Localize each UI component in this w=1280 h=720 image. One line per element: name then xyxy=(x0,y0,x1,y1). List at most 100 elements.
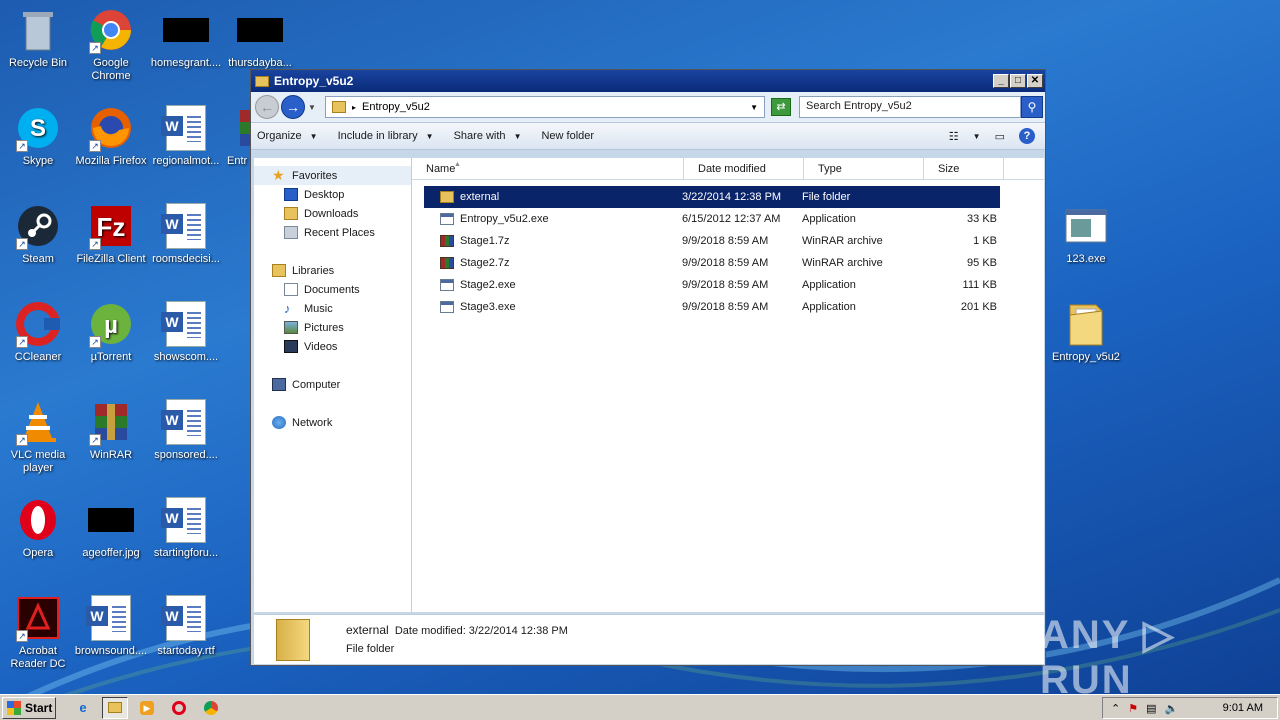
winrar-archive-icon xyxy=(440,257,454,269)
file-list: Name ▲ Date modified Type Size external 3… xyxy=(412,158,1044,612)
nav-item-network[interactable]: Network xyxy=(254,413,411,432)
shortcut-arrow-icon: ↗ xyxy=(89,336,101,348)
word-document-icon xyxy=(161,496,210,544)
desktop-icon-filezilla[interactable]: Fz ↗ FileZilla Client xyxy=(73,202,149,266)
desktop-icon-recycle-bin[interactable]: Recycle Bin xyxy=(0,6,76,70)
nav-item-pictures[interactable]: Pictures xyxy=(254,318,411,337)
desktop-icon-skype[interactable]: S ↗ Skype xyxy=(0,104,76,168)
details-pane: external Date modified: 3/22/2014 12:38 … xyxy=(254,614,1044,664)
file-row[interactable]: Stage3.exe 9/9/2018 8:59 AM Application … xyxy=(424,296,1000,318)
word-document-icon xyxy=(161,202,210,250)
help-icon[interactable]: ? xyxy=(1019,128,1035,144)
chevron-down-icon[interactable]: ▼ xyxy=(973,132,981,141)
share-with-button[interactable]: Share with ▼ xyxy=(454,130,522,142)
search-input[interactable]: Search Entropy_v5u2 xyxy=(799,96,1021,118)
file-thumbnail-icon xyxy=(236,6,284,54)
desktop-icon-opera[interactable]: Opera xyxy=(0,496,76,560)
desktop-icon-label: Entr xyxy=(227,155,248,167)
column-header-date[interactable]: Date modified xyxy=(684,158,804,179)
desktop-icon-ccleaner[interactable]: ↗ CCleaner xyxy=(0,300,76,364)
nav-item-music[interactable]: ♪ Music xyxy=(254,299,411,318)
close-button[interactable]: ✕ xyxy=(1027,74,1043,88)
minimize-button[interactable]: _ xyxy=(993,74,1009,88)
desktop-icon-label: ageoffer.jpg xyxy=(82,547,140,559)
nav-item-recent-places[interactable]: Recent Places xyxy=(254,223,411,242)
desktop-icon-ageoffer[interactable]: ageoffer.jpg xyxy=(73,496,149,560)
chevron-down-icon[interactable]: ▼ xyxy=(750,103,758,112)
clock[interactable]: 9:01 AM xyxy=(1223,702,1263,714)
svg-text:S: S xyxy=(30,115,46,142)
desktop-icon-sponsored[interactable]: sponsored.... xyxy=(148,398,224,462)
file-thumbnail-icon xyxy=(162,6,210,54)
include-in-library-button[interactable]: Include in library ▼ xyxy=(338,130,434,142)
column-header-size[interactable]: Size xyxy=(924,158,1004,179)
desktop-icon-chrome[interactable]: ↗ Google Chrome xyxy=(73,6,149,83)
organize-button[interactable]: Organize ▼ xyxy=(257,130,318,142)
word-document-icon xyxy=(161,398,210,446)
desktop-icon-123-exe[interactable]: 123.exe xyxy=(1048,202,1124,266)
word-document-icon xyxy=(161,300,210,348)
start-button[interactable]: Start xyxy=(2,696,56,719)
window-titlebar[interactable]: Entropy_v5u2 _ □ ✕ xyxy=(251,70,1045,92)
file-row[interactable]: Stage1.7z 9/9/2018 8:59 AM WinRAR archiv… xyxy=(424,230,1000,252)
breadcrumb-arrow-icon[interactable]: ▸ xyxy=(352,103,356,112)
maximize-button[interactable]: □ xyxy=(1010,74,1026,88)
column-header-type[interactable]: Type xyxy=(804,158,924,179)
column-header-name[interactable]: Name ▲ xyxy=(412,158,684,179)
desktop-icon-winrar[interactable]: ↗ WinRAR xyxy=(73,398,149,462)
search-icon[interactable]: ⚲ xyxy=(1021,96,1043,118)
explorer-window[interactable]: Entropy_v5u2 _ □ ✕ ← → ▼ ▸ Entropy_v5u2 … xyxy=(250,69,1046,666)
refresh-icon[interactable]: ⇄ xyxy=(771,98,791,116)
nav-item-downloads[interactable]: Downloads xyxy=(254,204,411,223)
desktop-icon-vlc[interactable]: ↗ VLC media player xyxy=(0,398,76,475)
desktop-icon-utorrent[interactable]: µ ↗ µTorrent xyxy=(73,300,149,364)
computer-icon xyxy=(272,378,286,391)
taskbar-media-player-icon[interactable]: ▶ xyxy=(134,697,160,719)
address-input[interactable]: ▸ Entropy_v5u2 ▼ xyxy=(325,96,765,118)
desktop-icon-entropy-folder[interactable]: Entropy_v5u2 xyxy=(1048,300,1124,364)
taskbar-ie-icon[interactable]: e xyxy=(70,697,96,719)
nav-item-libraries[interactable]: Libraries xyxy=(254,261,411,280)
desktop-icon-steam[interactable]: ↗ Steam xyxy=(0,202,76,266)
desktop-icon-entr[interactable]: Entr xyxy=(222,104,252,168)
network-icon[interactable]: ▤ xyxy=(1146,702,1156,715)
system-tray: ⌃ ⚑ ▤ 🔈 9:01 AM xyxy=(1102,697,1278,719)
history-dropdown-icon[interactable]: ▼ xyxy=(308,103,316,112)
nav-item-computer[interactable]: Computer xyxy=(254,375,411,394)
desktop-icon-startingforu[interactable]: startingforu... xyxy=(148,496,224,560)
desktop-icon-firefox[interactable]: ↗ Mozilla Firefox xyxy=(73,104,149,168)
desktop-icon-startoday[interactable]: startoday.rtf xyxy=(148,594,224,658)
file-row[interactable]: external 3/22/2014 12:38 PM File folder xyxy=(424,186,1000,208)
forward-arrow-icon[interactable]: → xyxy=(281,95,305,119)
back-arrow-icon[interactable]: ← xyxy=(255,95,279,119)
taskbar-opera-icon[interactable] xyxy=(166,697,192,719)
shortcut-arrow-icon: ↗ xyxy=(89,434,101,446)
new-folder-button[interactable]: New folder xyxy=(541,130,594,142)
desktop-icon-acrobat[interactable]: ↗ Acrobat Reader DC xyxy=(0,594,76,671)
desktop-icon-regionalmot[interactable]: regionalmot... xyxy=(148,104,224,168)
nav-item-desktop[interactable]: Desktop xyxy=(254,185,411,204)
details-date: Date modified: 3/22/2014 12:38 PM xyxy=(394,625,568,637)
nav-item-documents[interactable]: Documents xyxy=(254,280,411,299)
action-center-flag-icon[interactable]: ⚑ xyxy=(1128,702,1138,715)
preview-pane-icon[interactable]: ▭ xyxy=(995,130,1005,143)
nav-item-videos[interactable]: Videos xyxy=(254,337,411,356)
volume-icon[interactable]: 🔈 xyxy=(1165,702,1179,715)
firefox-icon: ↗ xyxy=(87,104,135,152)
file-row[interactable]: Stage2.exe 9/9/2018 8:59 AM Application … xyxy=(424,274,1000,296)
desktop-icon-roomsdecisi[interactable]: roomsdecisi... xyxy=(148,202,224,266)
nav-item-favorites[interactable]: ★ Favorites xyxy=(254,166,411,185)
taskbar-chrome-icon[interactable] xyxy=(198,697,224,719)
show-hidden-icons-icon[interactable]: ⌃ xyxy=(1111,702,1120,715)
taskbar-explorer-icon[interactable] xyxy=(102,696,128,719)
file-row[interactable]: Entropy_v5u2.exe 6/15/2012 12:37 AM Appl… xyxy=(424,208,1000,230)
file-row[interactable]: Stage2.7z 9/9/2018 8:59 AM WinRAR archiv… xyxy=(424,252,1000,274)
desktop-icon-brownsound[interactable]: brownsound.... xyxy=(73,594,149,658)
desktop-icon-homesgrant[interactable]: homesgrant.... xyxy=(148,6,224,70)
desktop-icon-thursdayba[interactable]: thursdayba... xyxy=(222,6,298,70)
view-options-icon[interactable]: ☷ xyxy=(949,130,959,143)
navigation-pane: ★ Favorites Desktop Downloads Recent Pla… xyxy=(254,158,412,612)
desktop-icon-label: CCleaner xyxy=(14,351,62,363)
recycle-bin-icon xyxy=(14,6,62,54)
desktop-icon-showscom[interactable]: showscom.... xyxy=(148,300,224,364)
